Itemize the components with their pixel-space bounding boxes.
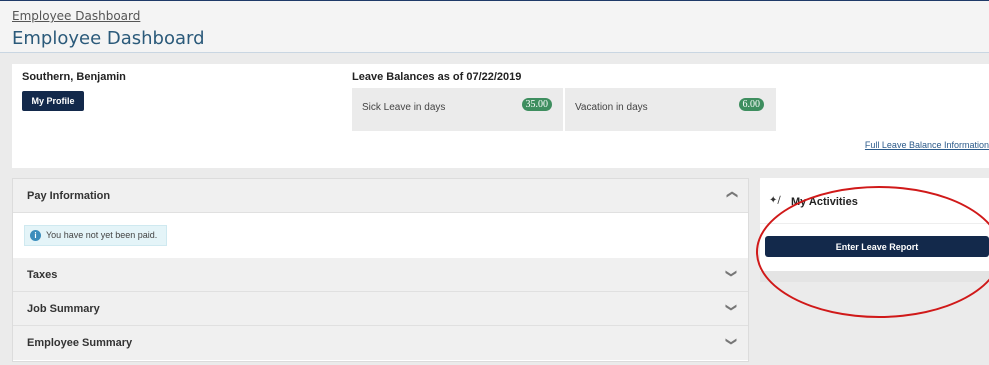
chevron-up-icon: ❯ [724,189,738,200]
taxes-header[interactable]: Taxes ❯ [13,258,748,292]
magic-wand-icon: ✦∕ [769,195,781,206]
divider [760,223,989,224]
vacation-label: Vacation in days [575,102,648,113]
pay-information-header[interactable]: Pay Information ❯ [13,179,748,213]
pay-information-body: i You have not yet been paid. [13,215,748,258]
pay-accordion: Pay Information ❯ i You have not yet bee… [12,178,749,362]
leave-balances-heading: Leave Balances as of 07/22/2019 [352,71,522,83]
vacation-balance: Vacation in days 6.00 [565,88,776,131]
chevron-down-icon: ❯ [724,268,738,279]
employee-summary-card: Southern, Benjamin My Profile Leave Bala… [12,64,989,168]
sick-leave-balance: Sick Leave in days 35.00 [352,88,563,131]
my-profile-button[interactable]: My Profile [22,91,84,111]
vacation-value-badge: 6.00 [738,98,764,111]
employee-name: Southern, Benjamin [22,71,126,83]
panel-footer [760,271,989,282]
breadcrumb-employee-dashboard[interactable]: Employee Dashboard [12,9,140,23]
chevron-down-icon: ❯ [724,302,738,313]
info-icon: i [30,230,41,241]
sick-leave-label: Sick Leave in days [362,102,446,113]
chevron-down-icon: ❯ [724,336,738,347]
employee-summary-title: Employee Summary [27,337,133,349]
enter-leave-report-button[interactable]: Enter Leave Report [765,236,989,257]
job-summary-header[interactable]: Job Summary ❯ [13,292,748,326]
pay-information-title: Pay Information [27,190,111,202]
not-paid-alert: i You have not yet been paid. [24,225,167,246]
taxes-title: Taxes [27,269,58,281]
page-title: Employee Dashboard [12,28,205,49]
my-activities-title: My Activities [791,196,858,208]
my-activities-panel: ✦∕ My Activities Enter Leave Report [760,178,989,282]
header-bar: Employee Dashboard Employee Dashboard [0,0,989,53]
job-summary-title: Job Summary [27,303,100,315]
not-paid-message: You have not yet been paid. [46,230,158,240]
employee-summary-header[interactable]: Employee Summary ❯ [13,326,748,360]
full-leave-balance-link[interactable]: Full Leave Balance Information [865,140,989,150]
sick-leave-value-badge: 35.00 [521,98,552,111]
